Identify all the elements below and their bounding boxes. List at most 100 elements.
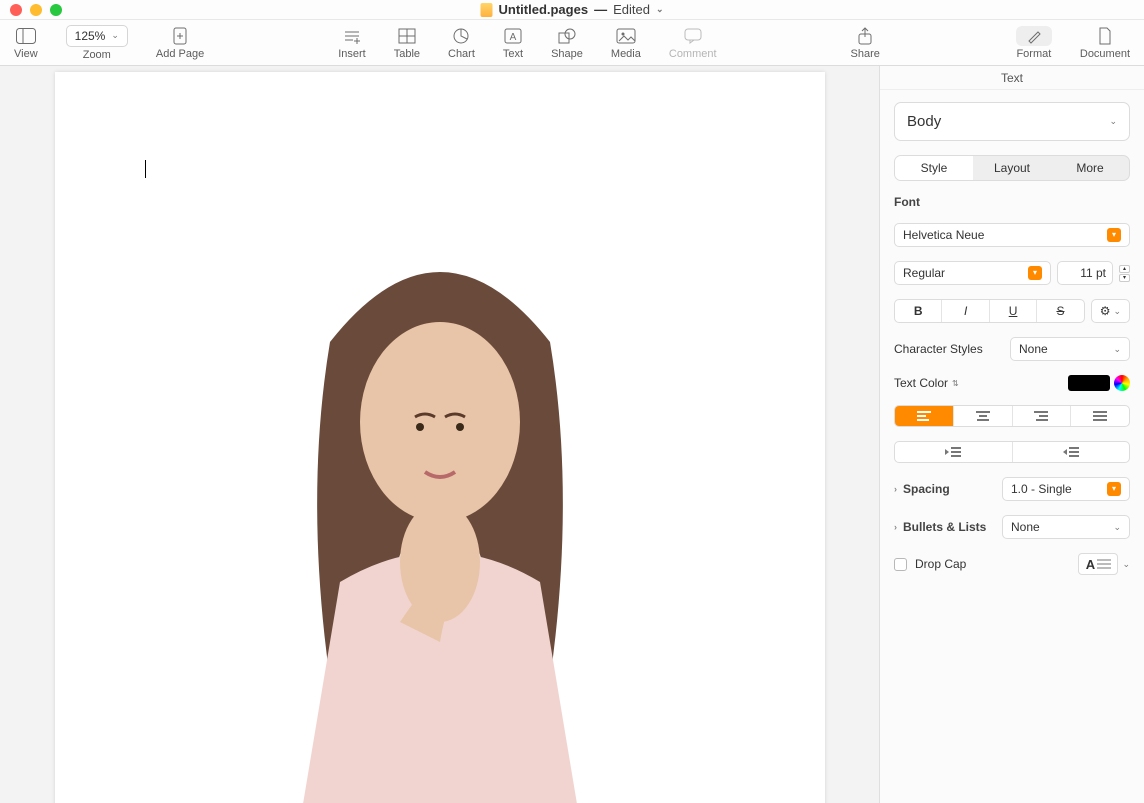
format-inspector: Text Body ⌄ Style Layout More Font Helve…	[880, 66, 1144, 803]
add-page-icon	[172, 26, 188, 46]
text-label: Text	[503, 48, 523, 60]
table-icon	[398, 26, 416, 46]
bullets-value: None	[1011, 520, 1040, 534]
character-styles-dropdown[interactable]: None ⌄	[1010, 337, 1130, 361]
add-page-label: Add Page	[156, 48, 204, 60]
bullets-dropdown[interactable]: None ⌄	[1002, 515, 1130, 539]
paintbrush-icon	[1016, 26, 1052, 46]
view-button[interactable]: View	[14, 26, 38, 60]
document-canvas[interactable]	[0, 66, 880, 803]
document-label: Document	[1080, 48, 1130, 60]
align-center-button[interactable]	[954, 406, 1013, 426]
insert-label: Insert	[338, 48, 366, 60]
updown-icon: ▾	[1107, 228, 1121, 242]
comment-icon	[684, 26, 702, 46]
chevron-down-icon: ⌄	[1113, 344, 1121, 355]
bold-button[interactable]: B	[895, 300, 942, 322]
spacing-value: 1.0 - Single	[1011, 482, 1072, 496]
window-title[interactable]: Untitled.pages — Edited ⌄	[481, 2, 664, 17]
format-button[interactable]: Format	[1016, 26, 1052, 60]
paragraph-style-dropdown[interactable]: Body ⌄	[894, 102, 1130, 141]
woman-portrait-image	[240, 222, 640, 803]
character-styles-label: Character Styles	[894, 342, 983, 356]
spacing-dropdown[interactable]: 1.0 - Single ▾	[1002, 477, 1130, 501]
text-align-group	[894, 405, 1130, 427]
table-label: Table	[394, 48, 420, 60]
share-label: Share	[851, 48, 880, 60]
maximize-window-button[interactable]	[50, 4, 62, 16]
dropcap-checkbox[interactable]	[894, 558, 907, 571]
align-left-button[interactable]	[895, 406, 954, 426]
shape-label: Shape	[551, 48, 583, 60]
media-icon	[616, 26, 636, 46]
font-family-value: Helvetica Neue	[903, 228, 984, 242]
zoom-value: 125%	[75, 29, 106, 43]
inserted-image[interactable]	[240, 222, 640, 803]
document-button[interactable]: Document	[1080, 26, 1130, 60]
text-color-swatch[interactable]	[1068, 375, 1110, 391]
bullets-disclosure[interactable]: › Bullets & Lists	[894, 520, 986, 534]
share-button[interactable]: Share	[851, 26, 880, 60]
table-button[interactable]: Table	[394, 26, 420, 60]
underline-button[interactable]: U	[990, 300, 1037, 322]
strikethrough-button[interactable]: S	[1037, 300, 1083, 322]
document-title: Untitled.pages	[499, 2, 589, 17]
spacing-disclosure[interactable]: › Spacing	[894, 482, 950, 496]
chevron-right-icon: ›	[894, 484, 897, 494]
text-color-label[interactable]: Text Color ⇅	[894, 376, 959, 390]
text-cursor	[145, 160, 146, 178]
tab-more[interactable]: More	[1051, 156, 1129, 180]
text-button[interactable]: A Text	[503, 26, 523, 60]
tab-style[interactable]: Style	[895, 156, 973, 180]
updown-icon: ▾	[1028, 266, 1042, 280]
chevron-down-icon[interactable]: ⌄	[1122, 559, 1130, 570]
step-up[interactable]: ▴	[1119, 265, 1130, 273]
inspector-section-tabs[interactable]: Style Layout More	[894, 155, 1130, 181]
dropcap-label: Drop Cap	[915, 557, 966, 571]
inspector-tab-text[interactable]: Text	[880, 66, 1144, 90]
gear-icon: ⚙	[1100, 304, 1111, 318]
chevron-down-icon: ⌄	[1113, 522, 1121, 533]
chart-label: Chart	[448, 48, 475, 60]
add-page-button[interactable]: Add Page	[156, 26, 204, 60]
font-style-dropdown[interactable]: Regular ▾	[894, 261, 1051, 285]
insert-button[interactable]: Insert	[338, 26, 366, 60]
color-picker-button[interactable]	[1114, 375, 1130, 391]
minimize-window-button[interactable]	[30, 4, 42, 16]
italic-button[interactable]: I	[942, 300, 989, 322]
page[interactable]	[55, 72, 825, 803]
tab-layout[interactable]: Layout	[973, 156, 1051, 180]
font-family-dropdown[interactable]: Helvetica Neue ▾	[894, 223, 1130, 247]
zoom-label: Zoom	[83, 49, 111, 61]
close-window-button[interactable]	[10, 4, 22, 16]
character-styles-value: None	[1019, 342, 1048, 356]
format-label: Format	[1016, 48, 1051, 60]
font-size-field[interactable]: 11 pt	[1057, 261, 1113, 285]
media-label: Media	[611, 48, 641, 60]
align-right-button[interactable]	[1013, 406, 1072, 426]
advanced-font-button[interactable]: ⚙⌄	[1091, 299, 1130, 323]
window-titlebar: Untitled.pages — Edited ⌄	[0, 0, 1144, 20]
increase-indent-button[interactable]	[1013, 442, 1130, 462]
chevron-down-icon: ⌄	[1109, 116, 1117, 127]
step-down[interactable]: ▾	[1119, 274, 1130, 282]
dropcap-style-button[interactable]: A	[1078, 553, 1118, 575]
insert-icon	[343, 26, 361, 46]
media-button[interactable]: Media	[611, 26, 641, 60]
chart-button[interactable]: Chart	[448, 26, 475, 60]
shape-icon	[558, 26, 576, 46]
decrease-indent-button[interactable]	[895, 442, 1013, 462]
font-size-stepper[interactable]: ▴ ▾	[1119, 265, 1130, 282]
chevron-down-icon: ⌄	[111, 30, 119, 41]
comment-label: Comment	[669, 48, 717, 60]
zoom-control[interactable]: 125% ⌄ Zoom	[66, 25, 128, 61]
title-separator: —	[594, 2, 607, 17]
comment-button[interactable]: Comment	[669, 26, 717, 60]
sidebar-icon	[16, 26, 36, 46]
font-section-label: Font	[894, 195, 1130, 209]
font-style-value: Regular	[903, 266, 945, 280]
align-justify-button[interactable]	[1071, 406, 1129, 426]
dropcap-thumb-A: A	[1086, 557, 1095, 572]
share-icon	[857, 26, 873, 46]
shape-button[interactable]: Shape	[551, 26, 583, 60]
